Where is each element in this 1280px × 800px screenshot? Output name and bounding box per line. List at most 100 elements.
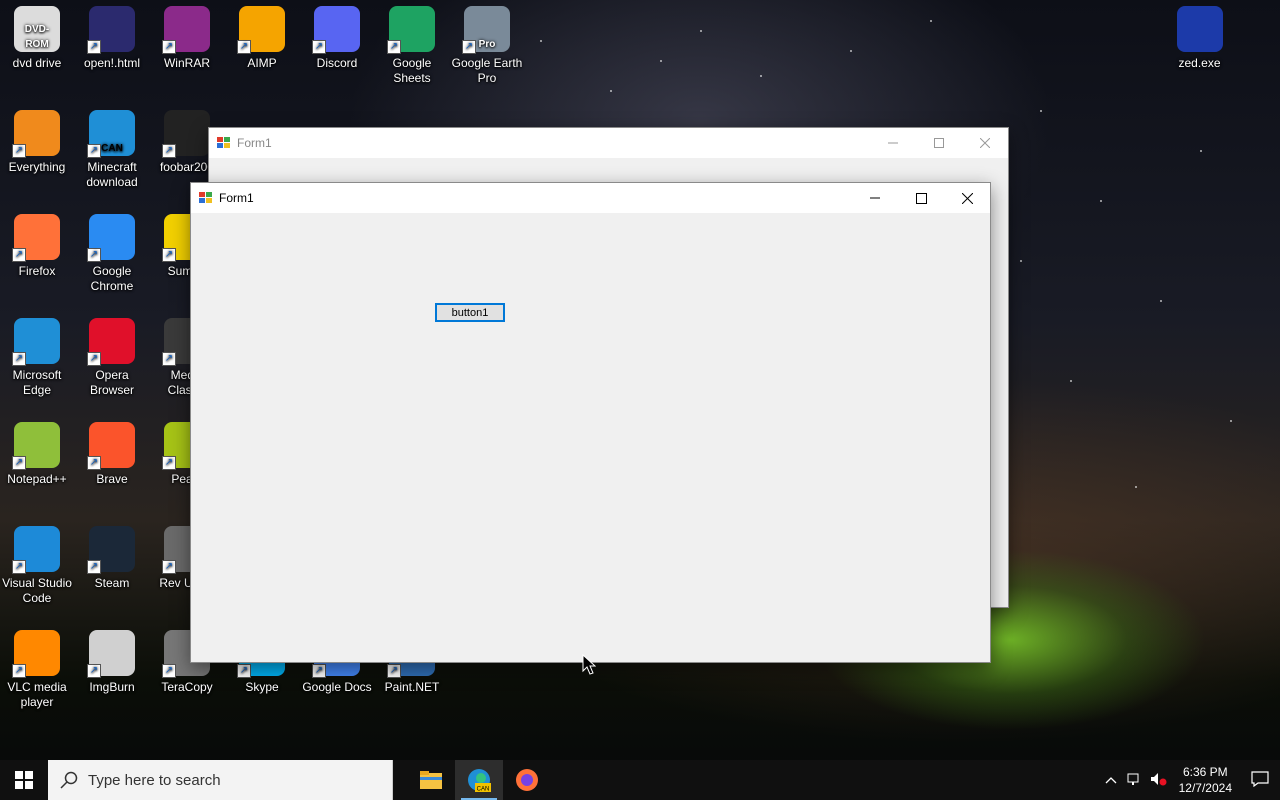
desktop-icon-winrar[interactable]: ↗ WinRAR <box>150 0 224 71</box>
shortcut-arrow-icon: ↗ <box>237 40 251 54</box>
desktop-icon-firefox[interactable]: ↗ Firefox <box>0 208 74 279</box>
desktop-icon-label: Visual Studio Code <box>2 576 72 605</box>
dvd-drive-icon: DVD-ROM <box>14 6 60 52</box>
desktop-icon-label: Google Docs <box>302 680 372 694</box>
close-button[interactable] <box>944 183 990 213</box>
minimize-button[interactable] <box>852 183 898 213</box>
desktop-icon-label: AIMP <box>247 56 277 70</box>
back-maximize-button[interactable] <box>916 128 962 158</box>
desktop-icon-label: VLC media player <box>7 680 67 709</box>
desktop-icon-open-html[interactable]: ↗ open!.html <box>75 0 149 71</box>
volume-muted-icon <box>1150 772 1167 785</box>
action-center-button[interactable] <box>1240 770 1280 790</box>
desktop-icon-zed-exe[interactable]: zed.exe <box>1163 0 1237 71</box>
desktop-icon-label: Brave <box>96 472 128 486</box>
desktop-icon-label: Minecraft download <box>86 160 138 189</box>
shortcut-arrow-icon: ↗ <box>12 560 26 574</box>
discord-icon: ↗ <box>312 6 360 54</box>
shortcut-arrow-icon: ↗ <box>312 664 326 678</box>
desktop-icon-label: dvd drive <box>12 56 62 70</box>
desktop-icon-label: Google Chrome <box>90 264 134 293</box>
front-window-titlebar[interactable]: Form1 <box>191 183 990 213</box>
steam-icon: ↗ <box>87 526 135 574</box>
everything-icon: ↗ <box>12 110 60 158</box>
desktop-icon-dvd-drive[interactable]: DVD-ROM dvd drive <box>0 0 74 71</box>
shortcut-arrow-icon: ↗ <box>12 144 26 158</box>
volume-button[interactable] <box>1147 772 1171 789</box>
desktop-icon-imgburn[interactable]: ↗ ImgBurn <box>75 624 149 695</box>
file-explorer-icon <box>420 771 442 789</box>
shortcut-arrow-icon: ↗ <box>162 560 176 574</box>
button1[interactable]: button1 <box>435 303 505 322</box>
desktop-icon-label: Paint.NET <box>384 680 440 694</box>
system-tray: 6:36 PM 12/7/2024 <box>1099 760 1280 800</box>
edge-icon: ↗ <box>12 318 60 366</box>
clock[interactable]: 6:36 PM 12/7/2024 <box>1179 764 1232 796</box>
desktop-icon-label: Discord <box>316 56 358 70</box>
minimize-icon <box>870 197 880 199</box>
desktop-icon-label: Skype <box>245 680 279 694</box>
edge-can-icon: CAN ↗ <box>87 110 135 158</box>
firefox-icon: ↗ <box>12 214 60 262</box>
shortcut-arrow-icon: ↗ <box>12 352 26 366</box>
start-button[interactable] <box>0 760 48 800</box>
shortcut-arrow-icon: ↗ <box>87 40 101 54</box>
brave-icon: ↗ <box>87 422 135 470</box>
desktop-icon-everything[interactable]: ↗ Everything <box>0 104 74 175</box>
desktop-icon-vlc-media-player[interactable]: ↗ VLC media player <box>0 624 74 710</box>
desktop-icon-google-earth-pro[interactable]: Pro ↗ Google Earth Pro <box>450 0 524 86</box>
desktop-icon-discord[interactable]: ↗ Discord <box>300 0 374 71</box>
desktop-icon-notepad[interactable]: ↗ Notepad++ <box>0 416 74 487</box>
opera-icon: ↗ <box>87 318 135 366</box>
tray-overflow-button[interactable] <box>1099 773 1123 787</box>
desktop-icon-microsoft-edge[interactable]: ↗ Microsoft Edge <box>0 312 74 398</box>
vscode-icon: ↗ <box>12 526 60 574</box>
clock-date: 12/7/2024 <box>1178 781 1232 795</box>
notification-icon <box>1251 770 1269 787</box>
taskbar: Type here to search CAN 6:36 PM 12/7/202… <box>0 760 1280 800</box>
imgburn-icon: ↗ <box>87 630 135 678</box>
chevron-up-icon <box>1105 777 1117 784</box>
taskbar-file-explorer[interactable] <box>407 760 455 800</box>
back-window-title: Form1 <box>237 136 272 150</box>
desktop-icon-google-chrome[interactable]: ↗ Google Chrome <box>75 208 149 294</box>
desktop-icon-visual-studio-code[interactable]: ↗ Visual Studio Code <box>0 520 74 606</box>
desktop-icon-minecraft-download[interactable]: CAN ↗ Minecraft download <box>75 104 149 190</box>
desktop-icon-label: Everything <box>8 160 66 174</box>
front-window-title: Form1 <box>219 191 254 205</box>
desktop-icon-steam[interactable]: ↗ Steam <box>75 520 149 591</box>
shortcut-arrow-icon: ↗ <box>87 144 101 158</box>
desktop-icon-google-sheets[interactable]: ↗ Google Sheets <box>375 0 449 86</box>
shortcut-arrow-icon: ↗ <box>162 456 176 470</box>
network-button[interactable] <box>1123 772 1147 789</box>
taskbar-firefox[interactable] <box>503 760 551 800</box>
back-close-button[interactable] <box>962 128 1008 158</box>
desktop-icon-label: open!.html <box>83 56 141 70</box>
shortcut-arrow-icon: ↗ <box>162 40 176 54</box>
shortcut-arrow-icon: ↗ <box>87 352 101 366</box>
desktop-icon-aimp[interactable]: ↗ AIMP <box>225 0 299 71</box>
desktop-icon-opera-browser[interactable]: ↗ Opera Browser <box>75 312 149 398</box>
winrar-icon: ↗ <box>162 6 210 54</box>
shortcut-arrow-icon: ↗ <box>162 248 176 262</box>
taskbar-edge-can[interactable]: CAN <box>455 760 503 800</box>
search-icon <box>60 771 78 789</box>
taskbar-search-box[interactable]: Type here to search <box>48 760 393 800</box>
shortcut-arrow-icon: ↗ <box>12 664 26 678</box>
shortcut-arrow-icon: ↗ <box>462 40 476 54</box>
windows-logo-icon <box>15 771 33 789</box>
back-minimize-button[interactable] <box>870 128 916 158</box>
shortcut-arrow-icon: ↗ <box>12 456 26 470</box>
vlc-icon: ↗ <box>12 630 60 678</box>
shortcut-arrow-icon: ↗ <box>387 40 401 54</box>
shortcut-arrow-icon: ↗ <box>387 664 401 678</box>
shortcut-arrow-icon: ↗ <box>87 560 101 574</box>
form1-front-window[interactable]: Form1 button1 <box>190 182 991 663</box>
desktop-icon-label: Google Sheets <box>392 56 432 85</box>
desktop-icon-label: WinRAR <box>163 56 210 70</box>
maximize-button[interactable] <box>898 183 944 213</box>
desktop-icon-brave[interactable]: ↗ Brave <box>75 416 149 487</box>
maximize-icon <box>915 192 927 204</box>
minimize-icon <box>888 142 898 144</box>
back-window-titlebar[interactable]: Form1 <box>209 128 1008 158</box>
